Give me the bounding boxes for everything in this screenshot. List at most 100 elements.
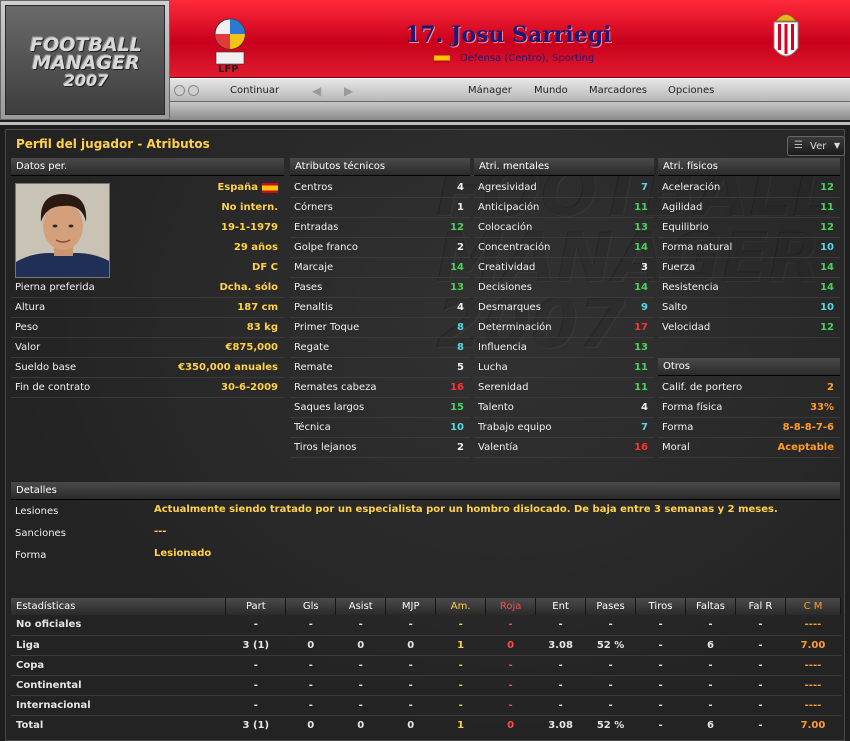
stats-col-header[interactable]: C M <box>785 598 842 615</box>
others-row[interactable]: Moral Aceptable <box>658 438 840 458</box>
technical-row[interactable]: Técnica 10 <box>290 418 470 438</box>
nav-world[interactable]: Mundo <box>534 85 568 96</box>
stats-col-header[interactable]: MJP <box>385 598 437 615</box>
stats-cell: - <box>485 695 536 716</box>
technical-row[interactable]: Remate 5 <box>290 358 470 378</box>
stats-cell: 6 <box>685 635 736 656</box>
stats-col-header[interactable]: Gls <box>285 598 337 615</box>
continue-button[interactable]: Continuar <box>230 85 279 96</box>
physical-row[interactable]: Fuerza 14 <box>658 258 840 278</box>
mental-row[interactable]: Decisiones 14 <box>474 278 654 298</box>
stats-col-header[interactable]: Fal R <box>735 598 786 615</box>
mental-row[interactable]: Determinación 17 <box>474 318 654 338</box>
mental-row[interactable]: Influencia 13 <box>474 338 654 358</box>
panel-body: FOOTBALL MANAGER 2007 Perfil del jugador -… <box>5 129 845 741</box>
physical-row[interactable]: Aceleración 12 <box>658 178 840 198</box>
stats-col-header[interactable]: Asist <box>335 598 387 615</box>
dob-value: 19-1-1979 <box>220 222 278 233</box>
others-label: Forma física <box>662 402 723 413</box>
physical-label: Equilibrio <box>662 222 709 233</box>
stats-row[interactable]: Continental - - - - - - - - - - - ---- <box>11 675 841 696</box>
personal-row[interactable]: Valor €875,000 <box>11 338 284 358</box>
mental-row[interactable]: Lucha 11 <box>474 358 654 378</box>
intl-row: No intern. <box>116 198 284 218</box>
mental-row[interactable]: Anticipación 11 <box>474 198 654 218</box>
technical-label: Remates cabeza <box>294 382 377 393</box>
technical-row[interactable]: Centros 4 <box>290 178 470 198</box>
personal-value: 30-6-2009 <box>220 382 278 393</box>
others-row[interactable]: Forma 8-8-8-7-6 <box>658 418 840 438</box>
stats-col-header[interactable]: Roja <box>485 598 537 615</box>
stats-row[interactable]: Copa - - - - - - - - - - - ---- <box>11 655 841 676</box>
stats-col-header[interactable]: Ent <box>535 598 587 615</box>
stats-col-header[interactable]: Pases <box>585 598 637 615</box>
stats-row[interactable]: Liga 3 (1) 0 0 0 1 0 3.08 52 % -6-7.00 <box>11 635 841 656</box>
nav-back-circle-icon[interactable] <box>174 85 185 96</box>
player-position-club[interactable]: Defensa (Centro), Sporting <box>460 53 594 64</box>
technical-label: Pases <box>294 282 323 293</box>
others-row[interactable]: Calif. de portero 2 <box>658 378 840 398</box>
mental-row[interactable]: Valentía 16 <box>474 438 654 458</box>
personal-row[interactable]: Sueldo base €350,000 anuales <box>11 358 284 378</box>
mental-value: 13 <box>634 342 648 353</box>
personal-value: 83 kg <box>246 322 278 333</box>
player-banner: LFP 17. Josu Sarriegi Defensa (Centro), … <box>170 0 850 78</box>
physical-row[interactable]: Resistencia 14 <box>658 278 840 298</box>
physical-row[interactable]: Velocidad 12 <box>658 318 840 338</box>
others-row[interactable]: Forma física 33% <box>658 398 840 418</box>
technical-row[interactable]: Entradas 12 <box>290 218 470 238</box>
stats-row[interactable]: Total 3 (1) 0 0 0 1 0 3.08 52 % - 6 - 7.00 <box>11 715 841 735</box>
technical-row[interactable]: Córners 1 <box>290 198 470 218</box>
technical-row[interactable]: Primer Toque 8 <box>290 318 470 338</box>
mental-row[interactable]: Serenidad 11 <box>474 378 654 398</box>
technical-value: 5 <box>457 362 464 373</box>
physical-row[interactable]: Forma natural 10 <box>658 238 840 258</box>
stats-col-header[interactable]: Part <box>225 598 287 615</box>
mental-row[interactable]: Trabajo equipo 7 <box>474 418 654 438</box>
physical-row[interactable]: Salto 10 <box>658 298 840 318</box>
mental-row[interactable]: Colocación 13 <box>474 218 654 238</box>
nav-manager[interactable]: Mánager <box>468 85 512 96</box>
physical-row[interactable]: Agilidad 11 <box>658 198 840 218</box>
stats-cell: - <box>635 635 686 656</box>
personal-label: Pierna preferida <box>15 282 95 293</box>
nav-options[interactable]: Opciones <box>668 85 714 96</box>
mental-row[interactable]: Talento 4 <box>474 398 654 418</box>
personal-row[interactable]: Peso 83 kg <box>11 318 284 338</box>
stats-col-header[interactable]: Estadísticas <box>11 598 227 615</box>
stats-row[interactable]: Internacional - - - - - - - - - - - ---- <box>11 695 841 716</box>
personal-row[interactable]: Fin de contrato 30-6-2009 <box>11 378 284 398</box>
technical-row[interactable]: Penaltis 4 <box>290 298 470 318</box>
stats-cell: - <box>658 719 663 731</box>
nav-prev-arrow-icon[interactable]: ◀ <box>312 84 321 98</box>
stats-cell: - <box>635 655 686 676</box>
personal-row[interactable]: Altura 187 cm <box>11 298 284 318</box>
technical-row[interactable]: Marcaje 14 <box>290 258 470 278</box>
stats-col-header[interactable]: Faltas <box>685 598 736 615</box>
nationality-value[interactable]: España <box>217 182 258 193</box>
mental-value: 14 <box>634 242 648 253</box>
technical-row[interactable]: Remates cabeza 16 <box>290 378 470 398</box>
physical-row[interactable]: Equilibrio 12 <box>658 218 840 238</box>
technical-row[interactable]: Saques largos 15 <box>290 398 470 418</box>
mental-row[interactable]: Desmarques 9 <box>474 298 654 318</box>
stats-col-header[interactable]: Tiros <box>635 598 687 615</box>
age-row: 29 años <box>116 238 284 258</box>
personal-row[interactable]: Pierna preferida Dcha. sólo <box>11 278 284 298</box>
technical-row[interactable]: Tiros lejanos 2 <box>290 438 470 458</box>
stats-cell: - <box>535 655 586 676</box>
mental-row[interactable]: Agresividad 7 <box>474 178 654 198</box>
view-menu-button[interactable]: ☰ Ver ▼ <box>787 136 845 156</box>
technical-row[interactable]: Golpe franco 2 <box>290 238 470 258</box>
technical-row[interactable]: Pases 13 <box>290 278 470 298</box>
stats-row[interactable]: No oficiales - - - - - - - - - - - ---- <box>11 615 841 636</box>
nav-forward-circle-icon[interactable] <box>188 85 199 96</box>
technical-label: Primer Toque <box>294 322 360 333</box>
technical-row[interactable]: Regate 8 <box>290 338 470 358</box>
stats-col-header[interactable]: Am. <box>435 598 487 615</box>
mental-row[interactable]: Creatividad 3 <box>474 258 654 278</box>
details-value: Actualmente siendo tratado por un especi… <box>154 504 778 515</box>
nav-next-arrow-icon[interactable]: ▶ <box>344 84 353 98</box>
mental-row[interactable]: Concentración 14 <box>474 238 654 258</box>
nav-scores[interactable]: Marcadores <box>589 85 647 96</box>
